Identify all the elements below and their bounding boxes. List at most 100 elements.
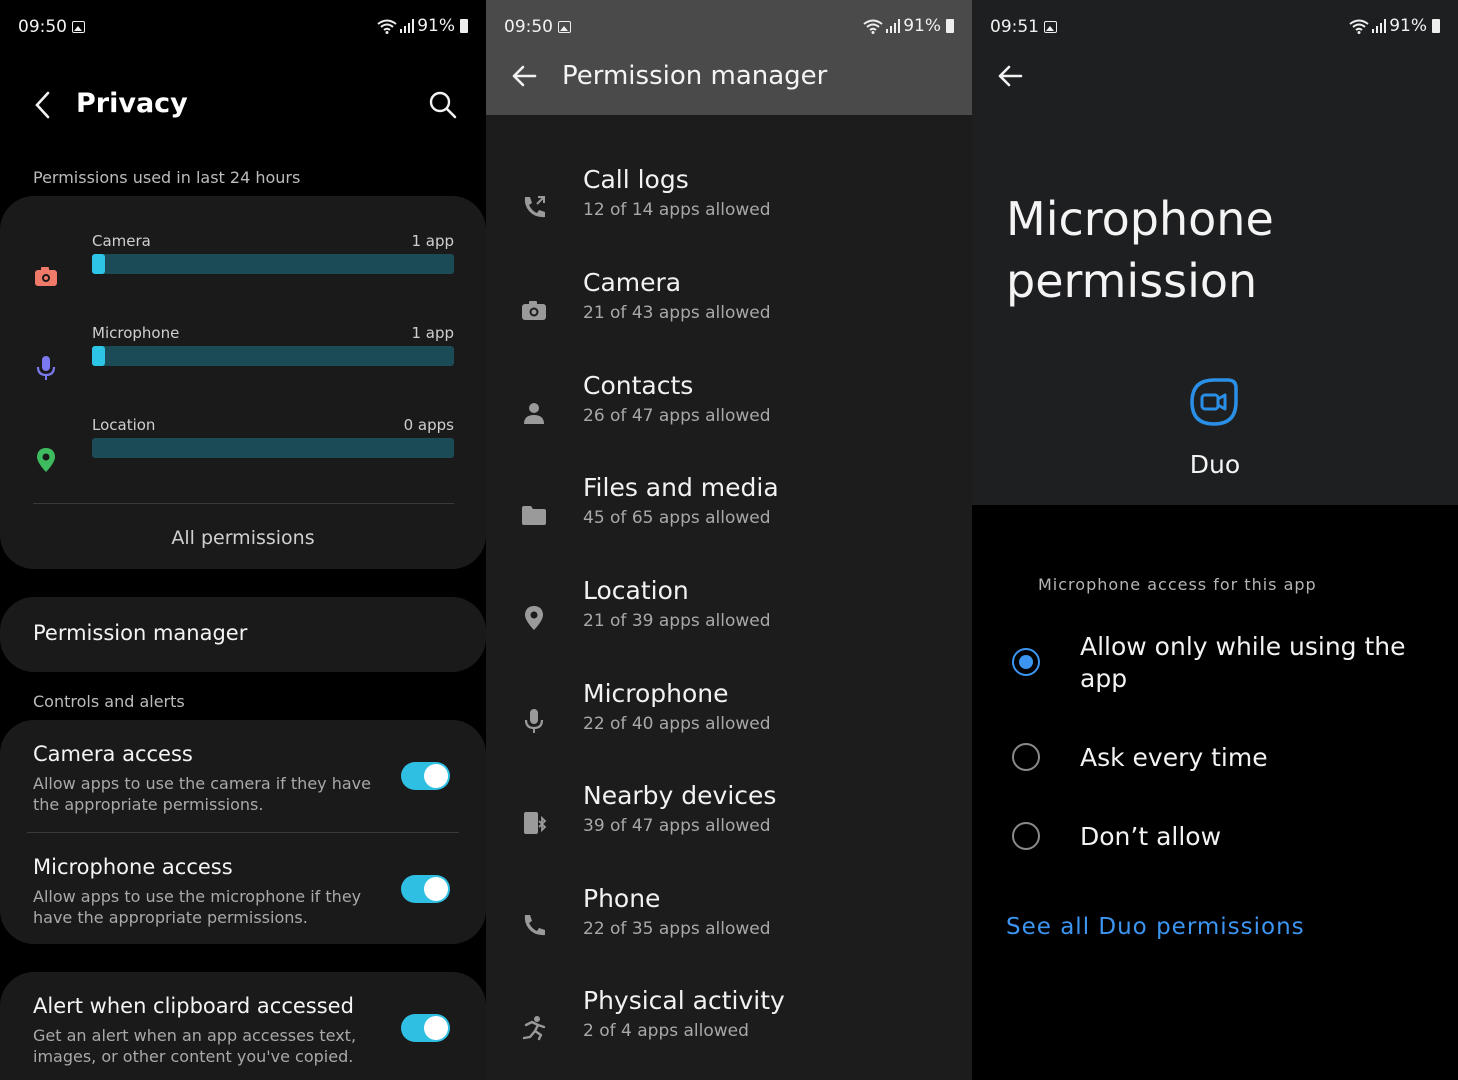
option-dont-allow[interactable]: Don’t allow xyxy=(972,821,1458,861)
phone-icon xyxy=(524,915,545,936)
radio-button[interactable] xyxy=(1012,743,1040,771)
camera-icon xyxy=(35,267,57,286)
privacy-screen: 09:50 91% Privacy Permissions used in la… xyxy=(0,0,486,1080)
running-icon xyxy=(522,1016,546,1041)
permission-summary: 21 of 39 apps allowed xyxy=(583,611,771,631)
usage-count: 0 apps xyxy=(403,416,454,434)
microphone-permission-screen: 09:51 91% Microphone permission Duo Micr… xyxy=(972,0,1458,1080)
usage-row-location[interactable]: Location 0 apps xyxy=(0,416,486,496)
option-label: Don’t allow xyxy=(1080,822,1222,851)
permission-manager-link[interactable]: Permission manager xyxy=(33,621,247,645)
battery-icon xyxy=(460,19,468,33)
permission-manager-screen: 09:50 91% Permission manager Call logs 1… xyxy=(486,0,972,1080)
radio-button-selected[interactable] xyxy=(1012,648,1040,676)
permission-name: Camera xyxy=(583,268,682,297)
app-name: Duo xyxy=(1189,450,1241,479)
permission-item-physical-activity[interactable]: Physical activity 2 of 4 apps allowed xyxy=(486,986,972,1080)
back-arrow-icon[interactable] xyxy=(510,62,538,90)
toggle-title: Microphone access xyxy=(33,855,233,879)
permission-item-call-logs[interactable]: Call logs 12 of 14 apps allowed xyxy=(486,165,972,268)
camera-access-switch[interactable] xyxy=(401,762,450,790)
signal-icon xyxy=(886,19,901,33)
signal-icon xyxy=(1372,19,1387,33)
toggle-description: Get an alert when an app accesses text, … xyxy=(33,1026,357,1066)
status-time: 09:51 xyxy=(990,17,1039,37)
microphone-icon xyxy=(36,356,56,380)
microphone-access-switch[interactable] xyxy=(401,875,450,903)
status-bar: 09:50 91% xyxy=(0,0,486,54)
search-icon[interactable] xyxy=(428,90,458,120)
switch-knob xyxy=(424,764,448,788)
back-arrow-icon[interactable] xyxy=(996,62,1024,90)
nearby-devices-icon xyxy=(524,812,547,834)
permission-item-camera[interactable]: Camera 21 of 43 apps allowed xyxy=(486,268,972,371)
microphone-icon xyxy=(524,709,544,733)
back-chevron-icon[interactable] xyxy=(30,88,54,122)
toggle-row-camera-access[interactable]: Camera access Allow apps to use the came… xyxy=(0,742,486,832)
controls-card: Camera access Allow apps to use the came… xyxy=(0,720,486,944)
status-time: 09:50 xyxy=(504,17,553,37)
section-label-access: Microphone access for this app xyxy=(1038,575,1317,594)
option-label: Ask every time xyxy=(1080,743,1268,772)
permission-manager-card[interactable]: Permission manager xyxy=(0,597,486,672)
duo-app-icon xyxy=(1190,378,1238,426)
gallery-notification-icon xyxy=(1044,21,1057,33)
permission-summary: 22 of 35 apps allowed xyxy=(583,919,771,939)
option-label: Allow only while using the app xyxy=(1080,632,1406,693)
clipboard-alert-switch[interactable] xyxy=(401,1014,450,1042)
switch-knob xyxy=(424,1016,448,1040)
permission-item-phone[interactable]: Phone 22 of 35 apps allowed xyxy=(486,884,972,987)
permission-item-microphone[interactable]: Microphone 22 of 40 apps allowed xyxy=(486,679,972,782)
toggle-row-microphone-access[interactable]: Microphone access Allow apps to use the … xyxy=(0,855,486,945)
section-label-controls: Controls and alerts xyxy=(33,692,185,711)
permission-summary: 2 of 4 apps allowed xyxy=(583,1021,749,1041)
battery-percent: 91% xyxy=(903,16,941,36)
permission-summary: 22 of 40 apps allowed xyxy=(583,714,771,734)
location-pin-icon xyxy=(525,606,543,630)
usage-label: Camera xyxy=(92,232,151,250)
divider xyxy=(27,832,459,833)
usage-count: 1 app xyxy=(411,324,454,342)
toggle-row-clipboard-alert[interactable]: Alert when clipboard accessed Get an ale… xyxy=(0,994,486,1080)
permission-name: Microphone xyxy=(583,679,729,708)
permission-summary: 12 of 14 apps allowed xyxy=(583,200,771,220)
usage-bar-fill xyxy=(92,254,105,274)
battery-icon xyxy=(946,19,954,33)
usage-row-camera[interactable]: Camera 1 app xyxy=(0,232,486,312)
person-icon xyxy=(524,403,544,424)
battery-percent: 91% xyxy=(1389,16,1427,36)
usage-bar xyxy=(92,346,454,366)
camera-icon xyxy=(522,301,546,320)
gallery-notification-icon xyxy=(72,21,85,33)
status-time: 09:50 xyxy=(18,17,67,37)
permission-item-files-and-media[interactable]: Files and media 45 of 65 apps allowed xyxy=(486,473,972,576)
permission-name: Physical activity xyxy=(583,986,785,1015)
usage-bar-fill xyxy=(92,346,105,366)
usage-row-microphone[interactable]: Microphone 1 app xyxy=(0,324,486,404)
usage-label: Microphone xyxy=(92,324,180,342)
call-log-icon xyxy=(524,196,545,218)
section-label-recent: Permissions used in last 24 hours xyxy=(33,168,301,187)
option-ask-every-time[interactable]: Ask every time xyxy=(972,742,1458,782)
usage-bar xyxy=(92,254,454,274)
all-permissions-button[interactable]: All permissions xyxy=(0,527,486,549)
permission-item-location[interactable]: Location 21 of 39 apps allowed xyxy=(486,576,972,679)
permission-item-contacts[interactable]: Contacts 26 of 47 apps allowed xyxy=(486,371,972,474)
permission-name: Contacts xyxy=(583,371,694,400)
permission-item-nearby-devices[interactable]: Nearby devices 39 of 47 apps allowed xyxy=(486,781,972,884)
folder-icon xyxy=(522,506,546,525)
battery-icon xyxy=(1432,19,1440,33)
toggle-description: Allow apps to use the camera if they hav… xyxy=(33,774,371,814)
radio-button[interactable] xyxy=(1012,822,1040,850)
see-all-permissions-link[interactable]: See all Duo permissions xyxy=(1006,914,1305,940)
toggle-title: Alert when clipboard accessed xyxy=(33,994,354,1018)
permission-name: Location xyxy=(583,576,689,605)
page-title: Privacy xyxy=(76,88,188,119)
page-title: Microphone permission xyxy=(1006,192,1274,308)
toggle-title: Camera access xyxy=(33,742,193,766)
usage-label: Location xyxy=(92,416,156,434)
option-allow-while-using[interactable]: Allow only while using the app xyxy=(972,631,1458,701)
gallery-notification-icon xyxy=(558,21,571,33)
wifi-icon xyxy=(1349,19,1369,34)
permission-summary: 45 of 65 apps allowed xyxy=(583,508,771,528)
